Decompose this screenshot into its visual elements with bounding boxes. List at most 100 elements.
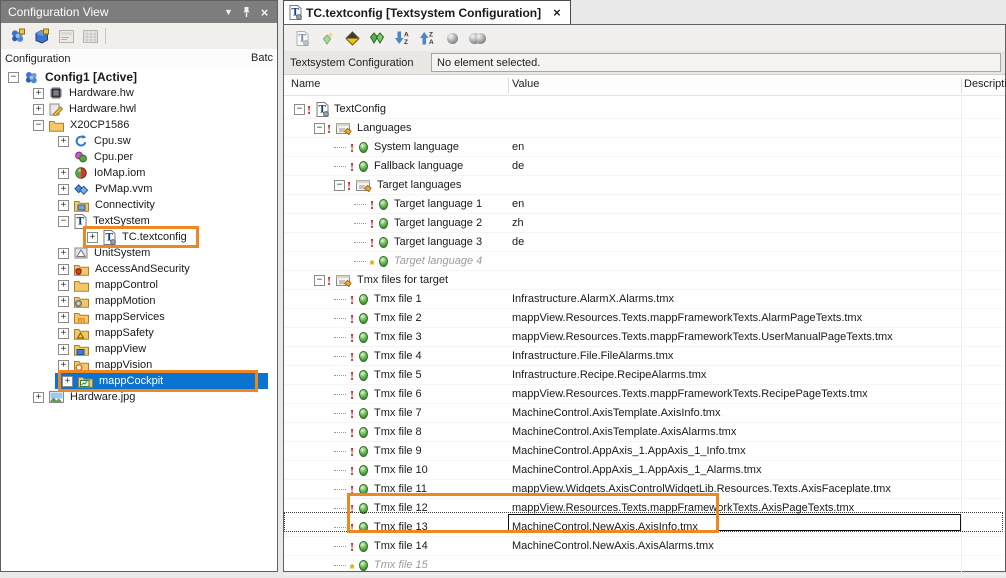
- expand-icon[interactable]: +: [58, 168, 69, 179]
- expand-icon[interactable]: +: [58, 328, 69, 339]
- config-row-fallback-language[interactable]: !Fallback languagede: [284, 157, 1005, 176]
- gems-icon[interactable]: [365, 27, 389, 49]
- tree-item-mappview[interactable]: +mappView: [1, 341, 277, 357]
- sphere-icon[interactable]: [440, 27, 464, 49]
- tree-item-hardware-hwl[interactable]: +Hardware.hwl: [1, 101, 277, 117]
- config-row-value: mappView.Resources.Texts.mappFrameworkTe…: [509, 331, 1005, 343]
- config-row-target-language-4[interactable]: *Target language 4: [284, 252, 1005, 271]
- config-row-system-language[interactable]: !System languageen: [284, 138, 1005, 157]
- config-row-tmx-file-2[interactable]: !Tmx file 2mappView.Resources.Texts.mapp…: [284, 309, 1005, 328]
- pin-icon[interactable]: [238, 4, 255, 20]
- spheres-icon[interactable]: [465, 27, 489, 49]
- config-row-tmx-files-for-target[interactable]: −!Tmx files for target: [284, 271, 1005, 290]
- compass-icon[interactable]: [340, 27, 364, 49]
- collapse-icon[interactable]: −: [33, 120, 44, 131]
- textconfig-icon[interactable]: T: [290, 27, 314, 49]
- tab-tc-textconfig[interactable]: T TC.textconfig [Textsystem Configuratio…: [283, 0, 571, 24]
- tree-item-label: mappSafety: [92, 327, 157, 339]
- config-row-target-language-2[interactable]: !Target language 2zh: [284, 214, 1005, 233]
- tree-item-x20cp1586[interactable]: −X20CP1586: [1, 117, 277, 133]
- object-cube-icon[interactable]: [30, 25, 54, 47]
- parameter-gem-icon: [359, 465, 368, 476]
- expand-icon[interactable]: +: [58, 184, 69, 195]
- expand-icon[interactable]: +: [58, 200, 69, 211]
- config-row-languages[interactable]: −!Languages: [284, 119, 1005, 138]
- expand-icon[interactable]: +: [58, 248, 69, 259]
- config-row-tmx-file-6[interactable]: !Tmx file 6mappView.Resources.Texts.mapp…: [284, 385, 1005, 404]
- modified-marker-icon: !: [345, 180, 353, 192]
- sort-za-icon[interactable]: ZA: [415, 27, 439, 49]
- parameter-gem-icon: [359, 408, 368, 419]
- close-icon[interactable]: ×: [256, 4, 273, 20]
- unitsystem-icon: [74, 246, 88, 260]
- config-row-tmx-file-13[interactable]: !Tmx file 13MachineControl.NewAxis.AxisI…: [284, 518, 1005, 537]
- tree-item-accessandsecurity[interactable]: +AccessAndSecurity: [1, 261, 277, 277]
- tab-close-icon[interactable]: ×: [553, 5, 561, 20]
- expand-icon[interactable]: +: [58, 312, 69, 323]
- config-row-tmx-file-15[interactable]: *Tmx file 15: [284, 556, 1005, 575]
- expand-icon[interactable]: +: [58, 344, 69, 355]
- tree-item-label: TC.textconfig: [119, 231, 190, 243]
- config-row-tmx-file-7[interactable]: !Tmx file 7MachineControl.AxisTemplate.A…: [284, 404, 1005, 423]
- parameter-gem-icon: [359, 484, 368, 495]
- config-row-label: Tmx file 10: [372, 464, 430, 476]
- config-row-tmx-file-14[interactable]: !Tmx file 14MachineControl.NewAxis.AxisA…: [284, 537, 1005, 556]
- config-row-tmx-file-4[interactable]: !Tmx file 4Infrastructure.File.FileAlarm…: [284, 347, 1005, 366]
- config-row-label: Tmx file 9: [372, 445, 424, 457]
- modified-marker-icon: !: [348, 313, 356, 325]
- expand-icon[interactable]: +: [33, 392, 44, 403]
- gem-new-icon[interactable]: [315, 27, 339, 49]
- config-row-target-language-1[interactable]: !Target language 1en: [284, 195, 1005, 214]
- expand-icon[interactable]: +: [58, 296, 69, 307]
- dropdown-icon[interactable]: ▼: [220, 4, 237, 20]
- config-row-tmx-file-3[interactable]: !Tmx file 3mappView.Resources.Texts.mapp…: [284, 328, 1005, 347]
- sort-az-icon[interactable]: AZ: [390, 27, 414, 49]
- config-row-tmx-file-5[interactable]: !Tmx file 5Infrastructure.Recipe.RecipeA…: [284, 366, 1005, 385]
- tree-item-connectivity[interactable]: +Connectivity: [1, 197, 277, 213]
- config-row-target-language-3[interactable]: !Target language 3de: [284, 233, 1005, 252]
- config-row-textconfig[interactable]: −!TTextConfig: [284, 100, 1005, 119]
- expand-icon[interactable]: +: [62, 376, 73, 387]
- infobar-section-label: Textsystem Configuration: [290, 57, 431, 69]
- textconfig-icon: T: [316, 102, 329, 117]
- tree-item-cpu-per[interactable]: Cpu.per: [1, 149, 277, 165]
- collapse-icon[interactable]: −: [294, 104, 305, 115]
- properties-panel-icon[interactable]: [54, 25, 78, 47]
- expand-icon[interactable]: +: [33, 104, 44, 115]
- config-row-tmx-file-10[interactable]: !Tmx file 10MachineControl.AppAxis_1.App…: [284, 461, 1005, 480]
- expand-icon[interactable]: +: [58, 280, 69, 291]
- expand-icon[interactable]: +: [33, 88, 44, 99]
- tree-item-cpu-sw[interactable]: +Cpu.sw: [1, 133, 277, 149]
- config-row-tmx-file-9[interactable]: !Tmx file 9MachineControl.AppAxis_1.AppA…: [284, 442, 1005, 461]
- config-row-value[interactable]: MachineControl.NewAxis.AxisAlarms.tmx: [509, 540, 1005, 552]
- tree-item-hardware-hw[interactable]: +Hardware.hw: [1, 85, 277, 101]
- tree-item-mappcockpit[interactable]: +mappCockpit: [1, 373, 277, 389]
- tree-item-config1-active[interactable]: −Config1 [Active]: [1, 69, 277, 85]
- config-row-tmx-file-8[interactable]: !Tmx file 8MachineControl.AxisTemplate.A…: [284, 423, 1005, 442]
- expand-icon[interactable]: +: [87, 232, 98, 243]
- config-row-tmx-file-1[interactable]: !Tmx file 1Infrastructure.AlarmX.Alarms.…: [284, 290, 1005, 309]
- tree-item-tc-textconfig[interactable]: +TTC.textconfig: [1, 229, 277, 245]
- config-row-tmx-file-12[interactable]: !Tmx file 12mappView.Resources.Texts.map…: [284, 499, 1005, 518]
- collapse-icon[interactable]: −: [58, 216, 69, 227]
- tree-item-mappmotion[interactable]: +mappMotion: [1, 293, 277, 309]
- tree-item-mappcontrol[interactable]: +mappControl: [1, 277, 277, 293]
- tree-item-mappsafety[interactable]: + mappSafety: [1, 325, 277, 341]
- modified-marker-icon: !: [348, 427, 356, 439]
- collapse-icon[interactable]: −: [314, 123, 325, 134]
- tree-item-mappservices[interactable]: +mmappServices: [1, 309, 277, 325]
- config-row-tmx-file-11[interactable]: !Tmx file 11mappView.Widgets.AxisControl…: [284, 480, 1005, 499]
- configuration-icon[interactable]: [6, 25, 30, 47]
- tree-item-pvmap-vvm[interactable]: +PvMap.vvm: [1, 181, 277, 197]
- tree-item-iomap-iom[interactable]: +IoMap.iom: [1, 165, 277, 181]
- column-configuration: Configuration: [5, 53, 70, 65]
- collapse-icon[interactable]: −: [314, 275, 325, 286]
- expand-icon[interactable]: +: [58, 360, 69, 371]
- collapse-icon[interactable]: −: [334, 180, 345, 191]
- config-row-target-languages[interactable]: −!Target languages: [284, 176, 1005, 195]
- modified-marker-icon: !: [368, 237, 376, 249]
- grid-view-icon[interactable]: [78, 25, 102, 47]
- collapse-icon[interactable]: −: [8, 72, 19, 83]
- expand-icon[interactable]: +: [58, 136, 69, 147]
- expand-icon[interactable]: +: [58, 264, 69, 275]
